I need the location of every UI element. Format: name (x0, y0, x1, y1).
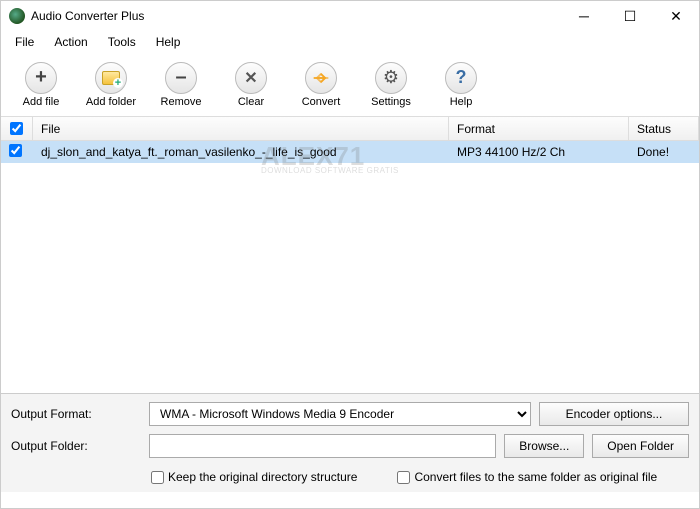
output-folder-label: Output Folder: (11, 439, 141, 453)
x-icon (244, 68, 257, 88)
row-status-cell: Done! (629, 145, 699, 159)
keep-structure-label: Keep the original directory structure (168, 470, 357, 484)
header-checkbox-col (1, 117, 33, 140)
output-format-label: Output Format: (11, 407, 141, 421)
select-all-checkbox[interactable] (10, 122, 23, 135)
convert-button[interactable]: Convert (291, 62, 351, 108)
help-icon (456, 67, 467, 88)
same-folder-label: Convert files to the same folder as orig… (414, 470, 657, 484)
browse-button[interactable]: Browse... (504, 434, 584, 458)
row-format-cell: MP3 44100 Hz/2 Ch (449, 145, 629, 159)
convert-icon (310, 67, 332, 89)
menu-help[interactable]: Help (146, 33, 191, 51)
gear-icon (383, 67, 399, 88)
add-folder-button[interactable]: Add folder (81, 62, 141, 108)
column-headers: File Format Status (1, 117, 699, 141)
bottom-panel: Output Format: WMA - Microsoft Windows M… (1, 393, 699, 492)
app-icon (9, 8, 25, 24)
add-folder-label: Add folder (86, 96, 136, 108)
output-format-row: Output Format: WMA - Microsoft Windows M… (11, 402, 689, 426)
maximize-button[interactable]: ☐ (607, 1, 653, 31)
folder-plus-icon (102, 71, 120, 85)
convert-label: Convert (302, 96, 341, 108)
same-folder-option[interactable]: Convert files to the same folder as orig… (397, 470, 657, 484)
output-format-select[interactable]: WMA - Microsoft Windows Media 9 Encoder (149, 402, 531, 426)
row-checkbox-cell (1, 144, 33, 160)
clear-label: Clear (238, 96, 264, 108)
row-file-cell: dj_slon_and_katya_ft._roman_vasilenko_-_… (33, 145, 449, 159)
keep-structure-option[interactable]: Keep the original directory structure (151, 470, 357, 484)
clear-button[interactable]: Clear (221, 62, 281, 108)
help-button[interactable]: Help (431, 62, 491, 108)
header-status[interactable]: Status (629, 117, 699, 140)
table-row[interactable]: dj_slon_and_katya_ft._roman_vasilenko_-_… (1, 141, 699, 163)
add-file-label: Add file (23, 96, 60, 108)
menu-file[interactable]: File (5, 33, 44, 51)
output-folder-input[interactable] (149, 434, 496, 458)
minimize-button[interactable]: ─ (561, 1, 607, 31)
open-folder-button[interactable]: Open Folder (592, 434, 689, 458)
close-button[interactable]: ✕ (653, 1, 699, 31)
keep-structure-checkbox[interactable] (151, 471, 164, 484)
file-list: dj_slon_and_katya_ft._roman_vasilenko_-_… (1, 141, 699, 393)
settings-button[interactable]: Settings (361, 62, 421, 108)
encoder-options-button[interactable]: Encoder options... (539, 402, 689, 426)
title-bar: Audio Converter Plus ─ ☐ ✕ (1, 1, 699, 31)
menu-action[interactable]: Action (44, 33, 97, 51)
header-format[interactable]: Format (449, 117, 629, 140)
output-folder-row: Output Folder: Browse... Open Folder (11, 434, 689, 458)
settings-label: Settings (371, 96, 411, 108)
row-checkbox[interactable] (9, 144, 22, 157)
minus-icon (175, 66, 186, 89)
help-label: Help (450, 96, 473, 108)
menu-bar: File Action Tools Help (1, 31, 699, 53)
add-file-button[interactable]: Add file (11, 62, 71, 108)
toolbar: Add file Add folder Remove Clear Convert… (1, 53, 699, 117)
menu-tools[interactable]: Tools (98, 33, 146, 51)
options-row: Keep the original directory structure Co… (11, 466, 689, 488)
remove-label: Remove (161, 96, 202, 108)
window-controls: ─ ☐ ✕ (561, 1, 699, 31)
window-title: Audio Converter Plus (31, 9, 561, 23)
header-file[interactable]: File (33, 117, 449, 140)
same-folder-checkbox[interactable] (397, 471, 410, 484)
plus-icon (35, 66, 47, 89)
remove-button[interactable]: Remove (151, 62, 211, 108)
